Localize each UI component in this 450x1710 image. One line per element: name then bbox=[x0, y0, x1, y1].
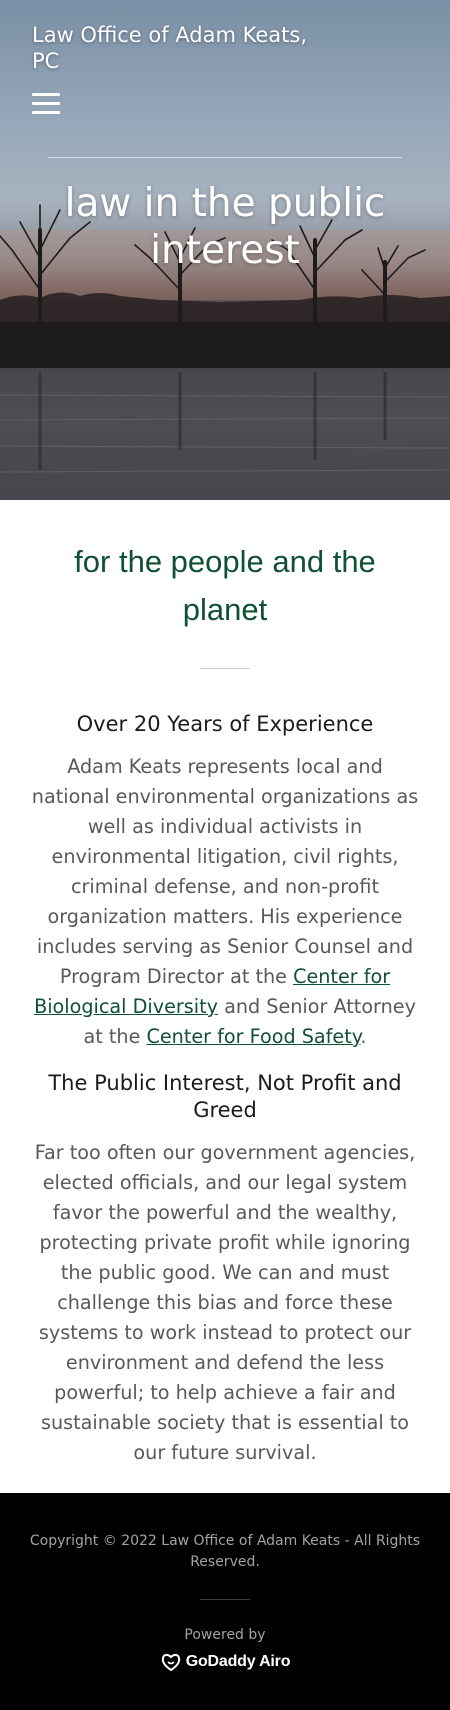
experience-text-part1: Adam Keats represents local and national… bbox=[31, 755, 419, 988]
experience-text-part3: . bbox=[360, 1025, 367, 1048]
hamburger-menu-icon[interactable] bbox=[32, 93, 66, 119]
site-title[interactable]: Law Office of Adam Keats, PC bbox=[32, 22, 332, 74]
hero-divider bbox=[48, 157, 402, 158]
site-footer: Copyright © 2022 Law Office of Adam Keat… bbox=[0, 1493, 450, 1710]
main-content: for the people and the planet Over 20 Ye… bbox=[0, 500, 450, 1468]
experience-heading: Over 20 Years of Experience bbox=[76, 712, 374, 736]
public-interest-heading: The Public Interest, Not Profit and Gree… bbox=[48, 1071, 402, 1122]
powered-by-label: Powered by bbox=[184, 1627, 266, 1643]
brand-name: GoDaddy Airo bbox=[185, 1653, 291, 1670]
experience-paragraph: Adam Keats represents local and national… bbox=[26, 752, 424, 1052]
public-interest-paragraph: Far too often our government agencies, e… bbox=[34, 1141, 416, 1464]
footer-divider bbox=[200, 1599, 250, 1600]
godaddy-airo-link[interactable]: GoDaddy Airo bbox=[160, 1652, 291, 1672]
copyright-text: Copyright © 2022 Law Office of Adam Keat… bbox=[29, 1533, 421, 1570]
hero-tagline: law in the public interest bbox=[64, 181, 386, 273]
hero-banner: Law Office of Adam Keats, PC law in the … bbox=[0, 0, 450, 500]
section-divider bbox=[200, 668, 250, 669]
main-heading: for the people and the planet bbox=[74, 544, 376, 627]
godaddy-logo-icon bbox=[161, 1653, 180, 1672]
center-for-food-safety-link[interactable]: Center for Food Safety bbox=[146, 1025, 360, 1048]
